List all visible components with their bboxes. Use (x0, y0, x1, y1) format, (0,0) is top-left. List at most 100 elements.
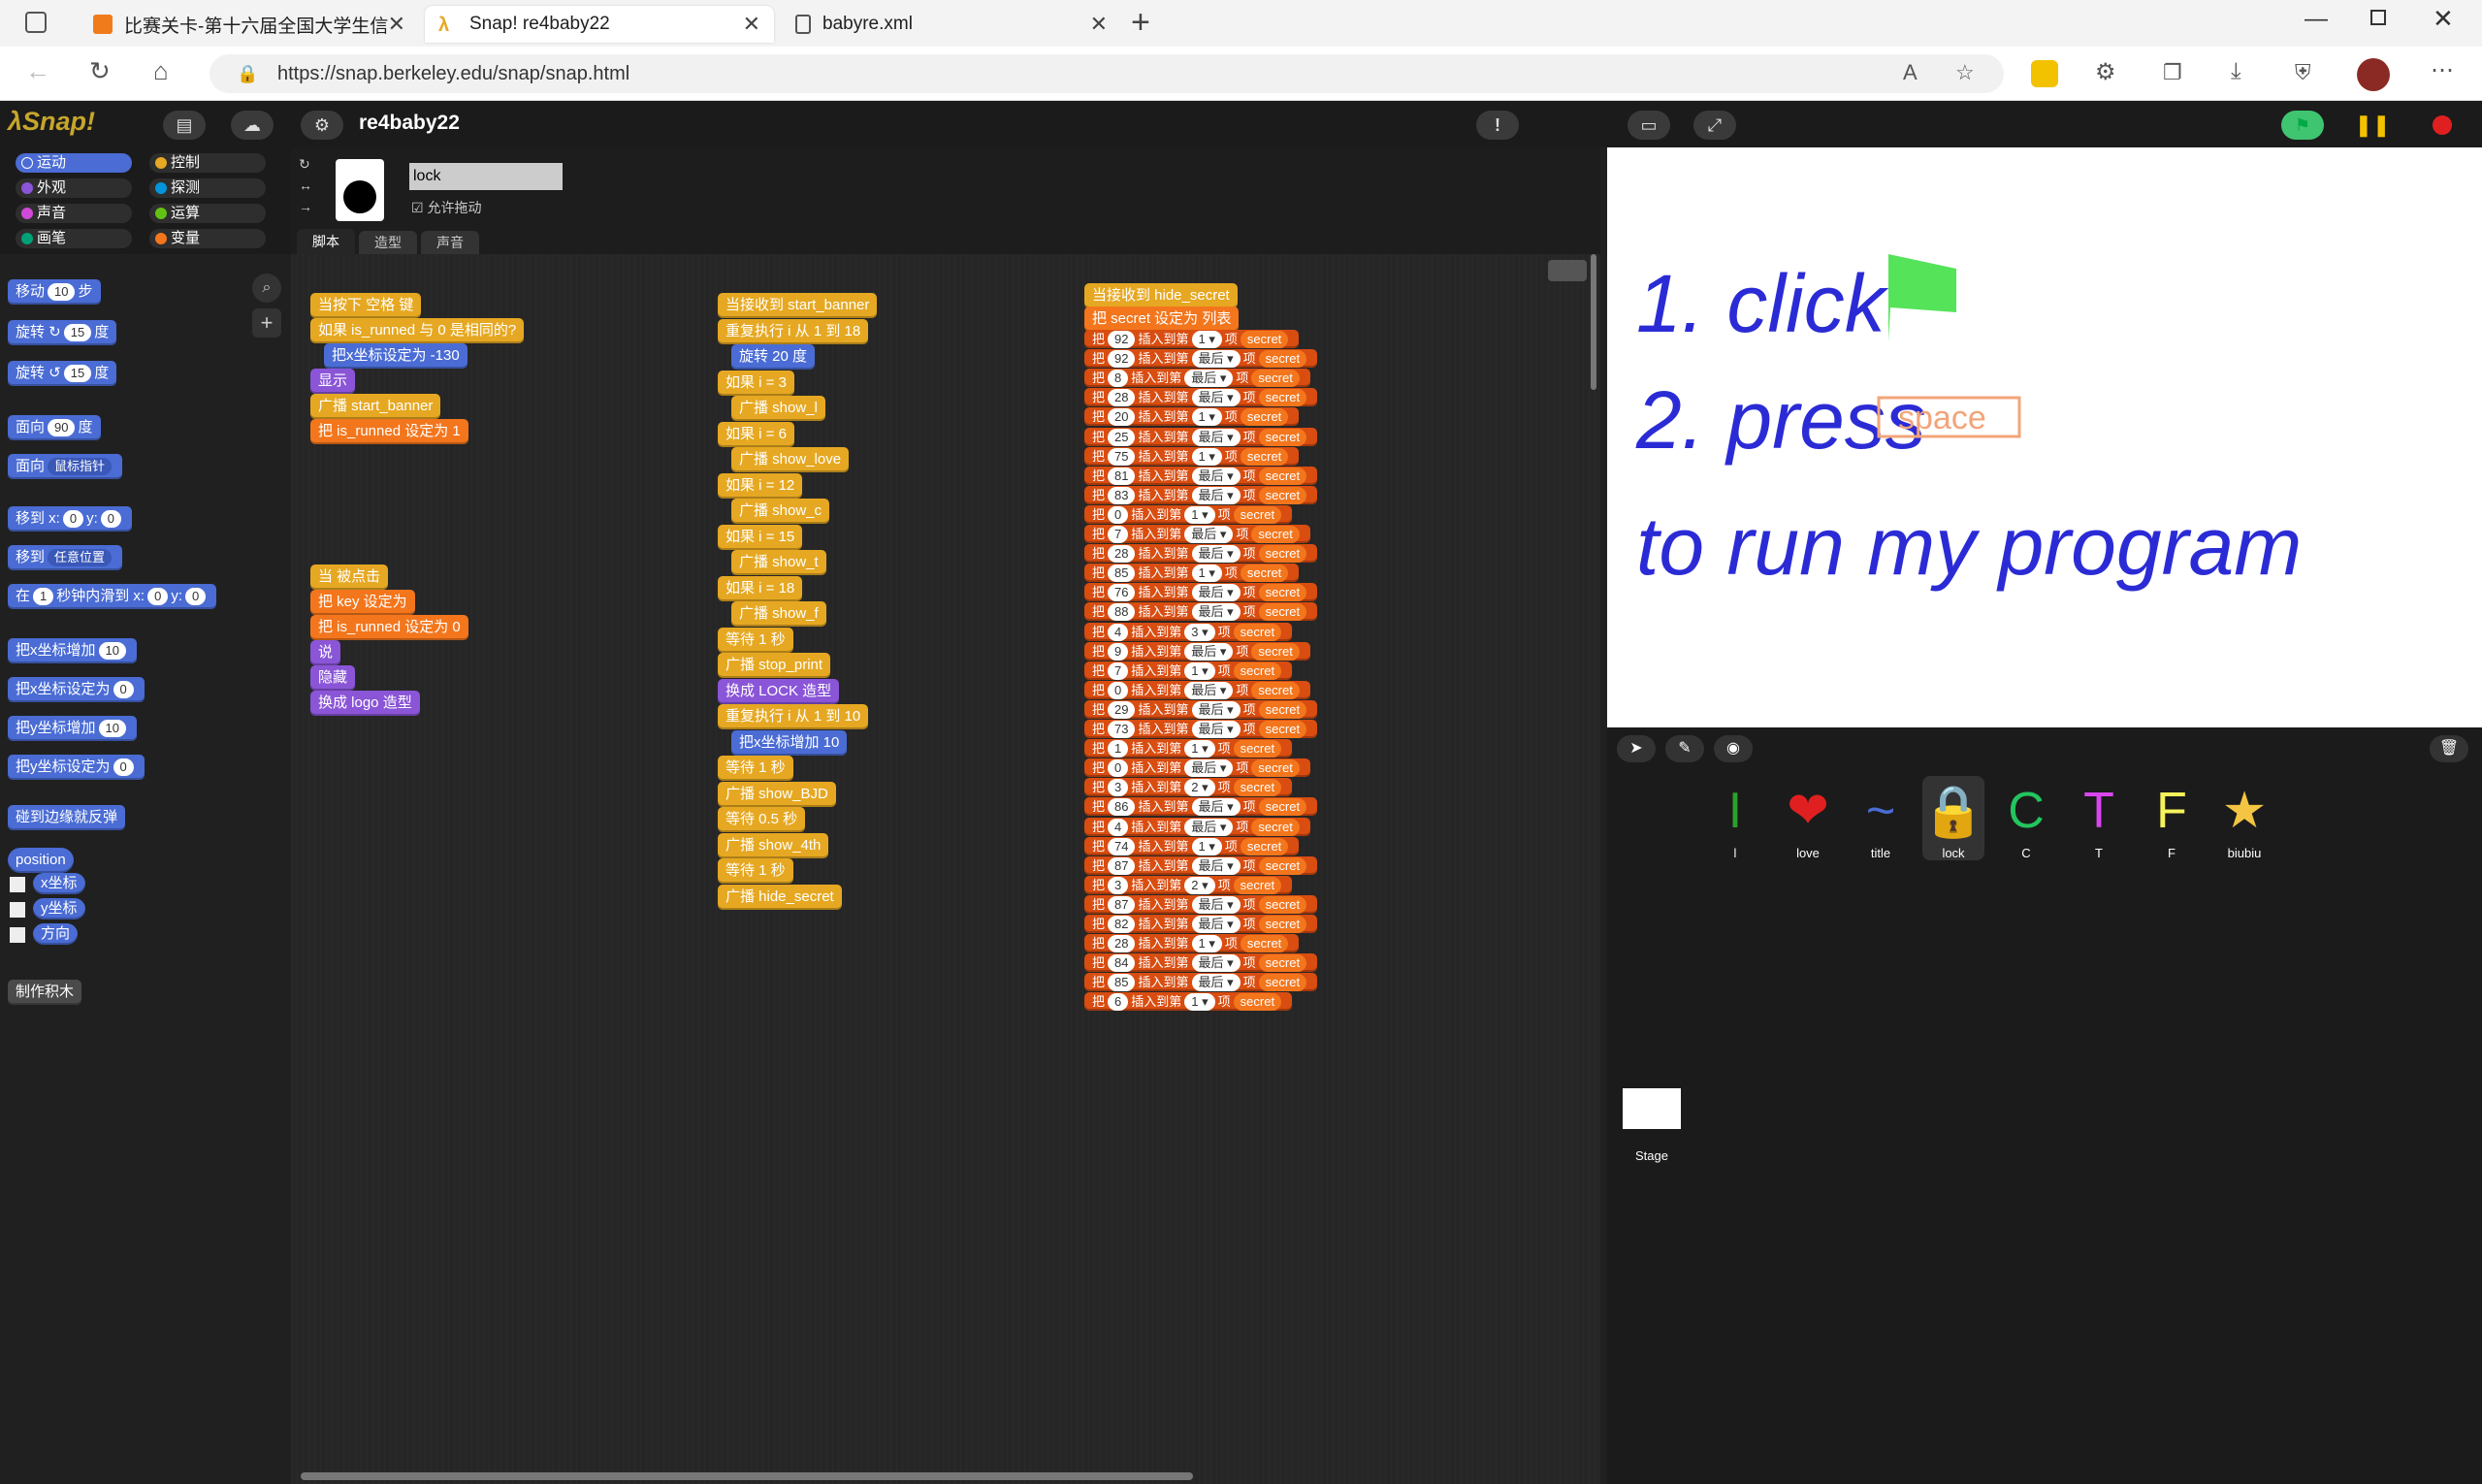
insert-list-block[interactable]: 把 81 插入到第 最后 ▾ 项 secret (1084, 466, 1318, 485)
security-icon[interactable]: ⛨ (2295, 60, 2311, 85)
index-slot[interactable]: 3 ▾ (1184, 623, 1215, 641)
turn-ccw-block[interactable]: 旋转 ↺ 15 度 (8, 361, 117, 386)
trash-icon[interactable]: 🗑 (2430, 735, 2468, 762)
stage[interactable]: 1. click 2. press space to run my progra… (1607, 147, 2482, 727)
green-flag-button[interactable]: ⚑ (2281, 111, 2324, 140)
code-block[interactable]: 广播 stop_print (718, 653, 831, 678)
list-variable[interactable]: secret (1240, 837, 1289, 855)
value-slot[interactable]: 92 (1108, 350, 1136, 369)
value-slot[interactable]: 85 (1108, 565, 1136, 583)
cloud-menu-button[interactable]: ☁ (231, 111, 274, 140)
code-block[interactable]: 等待 0.5 秒 (718, 807, 806, 832)
value-slot[interactable]: 29 (1108, 700, 1136, 719)
value-slot[interactable]: 6 (1108, 993, 1129, 1012)
close-window-button[interactable]: ✕ (2433, 4, 2454, 34)
code-block[interactable]: 广播 show_BJD (718, 781, 836, 807)
value-slot[interactable]: 82 (1108, 916, 1136, 933)
value-slot[interactable]: 7 (1108, 661, 1129, 680)
turn-cw-block[interactable]: 旋转 ↻ 15 度 (8, 320, 117, 345)
insert-list-block[interactable]: 把 1 插入到第 1 ▾ 项 secret (1084, 739, 1293, 758)
stage-size-button[interactable]: ▭ (1628, 111, 1670, 140)
point-towards-block[interactable]: 面向 鼠标指针 (8, 454, 123, 479)
list-variable[interactable]: secret (1258, 721, 1307, 738)
value-slot[interactable]: 1 (1108, 740, 1129, 758)
code-block[interactable]: 广播 show_l (731, 396, 825, 421)
code-block[interactable]: 把x坐标增加 10 (731, 729, 848, 756)
insert-list-block[interactable]: 把 84 插入到第 最后 ▾ 项 secret (1084, 953, 1318, 973)
list-variable[interactable]: secret (1258, 428, 1307, 446)
list-variable[interactable]: secret (1258, 584, 1307, 602)
index-slot[interactable]: 最后 ▾ (1184, 370, 1234, 388)
code-block[interactable]: 把 is_runned 设定为 0 (310, 615, 468, 640)
close-tab-icon[interactable]: ✕ (1090, 12, 1108, 37)
code-block[interactable]: 当按下 空格 键 (310, 293, 422, 318)
value-slot[interactable]: 28 (1108, 389, 1136, 407)
code-block[interactable]: 如果 i = 6 (718, 421, 794, 447)
insert-list-block[interactable]: 把 82 插入到第 最后 ▾ 项 secret (1084, 915, 1318, 933)
list-variable[interactable]: secret (1251, 759, 1300, 778)
file-menu-button[interactable]: ▤ (163, 111, 206, 140)
code-block[interactable]: 如果 i = 3 (718, 370, 794, 396)
insert-list-block[interactable]: 把 29 插入到第 最后 ▾ 项 secret (1084, 699, 1318, 719)
index-slot[interactable]: 1 ▾ (1184, 993, 1215, 1012)
direction-reporter[interactable]: 方向 (33, 923, 79, 945)
code-block[interactable]: 换成 logo 造型 (310, 691, 420, 716)
value-slot[interactable]: 0 (1108, 759, 1129, 778)
insert-list-block[interactable]: 把 4 插入到第 最后 ▾ 项 secret (1084, 817, 1310, 836)
goto-xy-block[interactable]: 移到 x: 0 y: 0 (8, 506, 132, 532)
insert-list-block[interactable]: 把 85 插入到第 最后 ▾ 项 secret (1084, 973, 1318, 992)
insert-list-block[interactable]: 把 0 插入到第 最后 ▾ 项 secret (1084, 680, 1310, 699)
insert-list-block[interactable]: 把 88 插入到第 最后 ▾ 项 secret (1084, 602, 1318, 622)
insert-list-block[interactable]: 把 28 插入到第 最后 ▾ 项 secret (1084, 544, 1318, 564)
code-block[interactable]: 显示 (310, 369, 356, 394)
index-slot[interactable]: 1 ▾ (1191, 935, 1222, 953)
value-slot[interactable]: 8 (1108, 370, 1129, 388)
insert-list-block[interactable]: 把 83 插入到第 最后 ▾ 项 secret (1084, 485, 1318, 504)
insert-list-block[interactable]: 把 20 插入到第 1 ▾ 项 secret (1084, 407, 1300, 427)
maximize-button[interactable] (2370, 10, 2386, 25)
xpos-reporter[interactable]: x坐标 (33, 873, 85, 894)
code-block[interactable]: 把 is_runned 设定为 1 (310, 419, 468, 444)
insert-list-block[interactable]: 把 92 插入到第 最后 ▾ 项 secret (1084, 349, 1318, 369)
sprite-biubiu[interactable]: ★ biubiu (2213, 776, 2275, 860)
insert-list-block[interactable]: 把 0 插入到第 1 ▾ 项 secret (1084, 504, 1293, 524)
list-variable[interactable]: secret (1258, 974, 1307, 992)
minimize-button[interactable]: — (2305, 6, 2328, 33)
turtle-sprite-button[interactable]: ➤ (1617, 735, 1656, 762)
value-slot[interactable]: 7 (1108, 526, 1129, 543)
value-slot[interactable]: 86 (1108, 798, 1136, 817)
value-slot[interactable]: 28 (1108, 935, 1136, 953)
presentation-button[interactable]: ⤢ (1693, 111, 1736, 140)
list-variable[interactable]: secret (1258, 467, 1307, 485)
insert-list-block[interactable]: 把 4 插入到第 3 ▾ 项 secret (1084, 622, 1293, 641)
index-slot[interactable]: 最后 ▾ (1191, 428, 1241, 446)
code-block[interactable]: 广播 show_c (731, 499, 830, 524)
code-block[interactable]: 说 (310, 640, 341, 665)
category-operators[interactable]: 运算 (149, 204, 266, 223)
code-block[interactable]: 旋转 20 度 (731, 344, 816, 370)
index-slot[interactable]: 2 ▾ (1184, 779, 1215, 797)
insert-list-block[interactable]: 把 7 插入到第 最后 ▾ 项 secret (1084, 525, 1310, 543)
code-block[interactable]: 换成 LOCK 造型 (718, 678, 840, 704)
value-slot[interactable]: 0 (1108, 681, 1129, 699)
index-slot[interactable]: 1 ▾ (1191, 408, 1222, 427)
value-slot[interactable]: 4 (1108, 623, 1129, 641)
value-slot[interactable]: 73 (1108, 721, 1136, 738)
ypos-reporter[interactable]: y坐标 (33, 898, 85, 919)
move-block[interactable]: 移动 10 步 (8, 279, 101, 305)
index-slot[interactable]: 最后 ▾ (1191, 486, 1241, 504)
list-variable[interactable]: secret (1251, 818, 1300, 836)
list-variable[interactable]: secret (1233, 779, 1282, 797)
index-slot[interactable]: 最后 ▾ (1191, 603, 1241, 622)
insert-list-block[interactable]: 把 25 插入到第 最后 ▾ 项 secret (1084, 427, 1318, 446)
make-block-button[interactable]: 制作积木 (8, 980, 82, 1005)
refresh-icon[interactable]: ↻ (89, 56, 111, 86)
index-slot[interactable]: 最后 ▾ (1191, 954, 1241, 973)
stage-thumbnail[interactable] (1623, 1088, 1681, 1129)
code-block[interactable]: 广播 show_t (731, 550, 826, 575)
keyboard-icon[interactable] (1548, 260, 1587, 281)
tab-xml[interactable]: babyre.xml ✕ (782, 6, 1121, 43)
value-slot[interactable]: 87 (1108, 856, 1136, 875)
insert-list-block[interactable]: 把 85 插入到第 1 ▾ 项 secret (1084, 564, 1300, 583)
sprite-T[interactable]: TT (2068, 776, 2130, 860)
